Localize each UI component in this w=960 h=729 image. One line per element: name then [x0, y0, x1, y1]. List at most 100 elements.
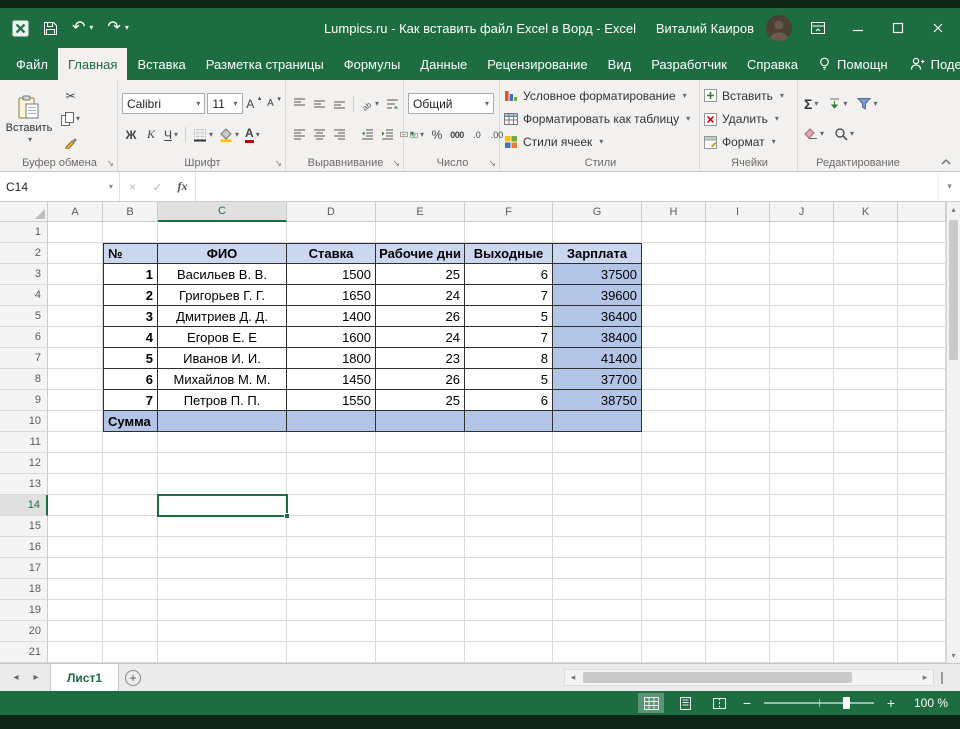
row-header-11[interactable]: 11 — [0, 432, 48, 453]
sheet-nav-right-button[interactable]: ▸ — [26, 664, 46, 691]
col-header-J[interactable]: J — [770, 202, 834, 222]
cell-H7[interactable] — [642, 348, 706, 369]
format-as-table-button[interactable]: Форматировать как таблицу▾ — [504, 109, 697, 130]
cell-G16[interactable] — [553, 537, 642, 558]
copy-button[interactable]: ▾ — [59, 109, 82, 129]
cell-H11[interactable] — [642, 432, 706, 453]
cell-I18[interactable] — [706, 579, 770, 600]
cell-J19[interactable] — [770, 600, 834, 621]
cell-G12[interactable] — [553, 453, 642, 474]
align-left-button[interactable] — [290, 124, 308, 144]
cell-K7[interactable] — [834, 348, 898, 369]
delete-cells-button[interactable]: Удалить▾ — [704, 109, 795, 130]
cell-K8[interactable] — [834, 369, 898, 390]
cell-C1[interactable] — [158, 222, 287, 243]
cell-H10[interactable] — [642, 411, 706, 432]
clipboard-dialog-launcher[interactable]: ↘ — [106, 159, 114, 168]
cell-I5[interactable] — [706, 306, 770, 327]
cell-D18[interactable] — [287, 579, 376, 600]
cell-I8[interactable] — [706, 369, 770, 390]
cell-K12[interactable] — [834, 453, 898, 474]
cell-A3[interactable] — [48, 264, 103, 285]
cell-F2[interactable]: Выходные — [465, 243, 553, 264]
cell-H6[interactable] — [642, 327, 706, 348]
scroll-up-arrow[interactable]: ▴ — [947, 202, 960, 217]
cell-A18[interactable] — [48, 579, 103, 600]
cell-H12[interactable] — [642, 453, 706, 474]
cell-F19[interactable] — [465, 600, 553, 621]
row-header-2[interactable]: 2 — [0, 243, 48, 264]
cell-K2[interactable] — [834, 243, 898, 264]
cell-G18[interactable] — [553, 579, 642, 600]
cell-B3[interactable]: 1 — [103, 264, 158, 285]
cell-F21[interactable] — [465, 642, 553, 663]
cell-H15[interactable] — [642, 516, 706, 537]
cell-K15[interactable] — [834, 516, 898, 537]
cell-I6[interactable] — [706, 327, 770, 348]
cell-J21[interactable] — [770, 642, 834, 663]
cell-A5[interactable] — [48, 306, 103, 327]
cell-A4[interactable] — [48, 285, 103, 306]
cell-I20[interactable] — [706, 621, 770, 642]
col-header-H[interactable]: H — [642, 202, 706, 222]
cell-I21[interactable] — [706, 642, 770, 663]
cell-C12[interactable] — [158, 453, 287, 474]
cell-I4[interactable] — [706, 285, 770, 306]
cell-K17[interactable] — [834, 558, 898, 579]
cell-B6[interactable]: 4 — [103, 327, 158, 348]
cell-G14[interactable] — [553, 495, 642, 516]
cell-E1[interactable] — [376, 222, 465, 243]
wrap-text-button[interactable] — [383, 94, 401, 114]
cell-B20[interactable] — [103, 621, 158, 642]
horizontal-scroll-thumb[interactable] — [583, 672, 852, 683]
cell-D7[interactable]: 1800 — [287, 348, 376, 369]
cell-F18[interactable] — [465, 579, 553, 600]
cell-B2[interactable]: № — [103, 243, 158, 264]
cell-F6[interactable]: 7 — [465, 327, 553, 348]
cell-A10[interactable] — [48, 411, 103, 432]
minimize-button[interactable] — [844, 14, 872, 42]
cell-D2[interactable]: Ставка — [287, 243, 376, 264]
row-header-5[interactable]: 5 — [0, 306, 48, 327]
sort-filter-button[interactable]: ▾ — [855, 94, 879, 114]
cell-J6[interactable] — [770, 327, 834, 348]
cell-I15[interactable] — [706, 516, 770, 537]
close-button[interactable] — [924, 14, 952, 42]
tab-home[interactable]: Главная — [58, 48, 127, 80]
cell-I12[interactable] — [706, 453, 770, 474]
zoom-in-button[interactable]: + — [884, 696, 898, 710]
cell-A21[interactable] — [48, 642, 103, 663]
cell-E20[interactable] — [376, 621, 465, 642]
find-select-button[interactable]: ▾ — [832, 124, 856, 144]
cell-K4[interactable] — [834, 285, 898, 306]
cell-F16[interactable] — [465, 537, 553, 558]
cell-B10[interactable]: Сумма — [103, 411, 158, 432]
cell-H9[interactable] — [642, 390, 706, 411]
row-header-9[interactable]: 9 — [0, 390, 48, 411]
view-page-break-button[interactable] — [706, 693, 732, 713]
zoom-slider-thumb[interactable] — [843, 697, 850, 709]
tab-file[interactable]: Файл — [6, 48, 58, 80]
cell-H18[interactable] — [642, 579, 706, 600]
cell-B5[interactable]: 3 — [103, 306, 158, 327]
cut-button[interactable]: ✂ — [59, 86, 82, 106]
font-color-button[interactable]: А▾ — [243, 125, 262, 145]
cell-A2[interactable] — [48, 243, 103, 264]
cell-G7[interactable]: 41400 — [553, 348, 642, 369]
cell-I2[interactable] — [706, 243, 770, 264]
number-dialog-launcher[interactable]: ↘ — [488, 159, 496, 168]
tab-view[interactable]: Вид — [598, 48, 642, 80]
tab-split-handle[interactable] — [941, 672, 944, 684]
col-header-I[interactable]: I — [706, 202, 770, 222]
cell-C10[interactable] — [158, 411, 287, 432]
avatar[interactable] — [766, 15, 792, 41]
tab-page-layout[interactable]: Разметка страницы — [196, 48, 334, 80]
format-cells-button[interactable]: Формат▾ — [704, 132, 795, 153]
cell-K3[interactable] — [834, 264, 898, 285]
cell-H8[interactable] — [642, 369, 706, 390]
view-page-layout-button[interactable] — [672, 693, 698, 713]
cell-E5[interactable]: 26 — [376, 306, 465, 327]
cell-D9[interactable]: 1550 — [287, 390, 376, 411]
cell-J14[interactable] — [770, 495, 834, 516]
row-header-16[interactable]: 16 — [0, 537, 48, 558]
